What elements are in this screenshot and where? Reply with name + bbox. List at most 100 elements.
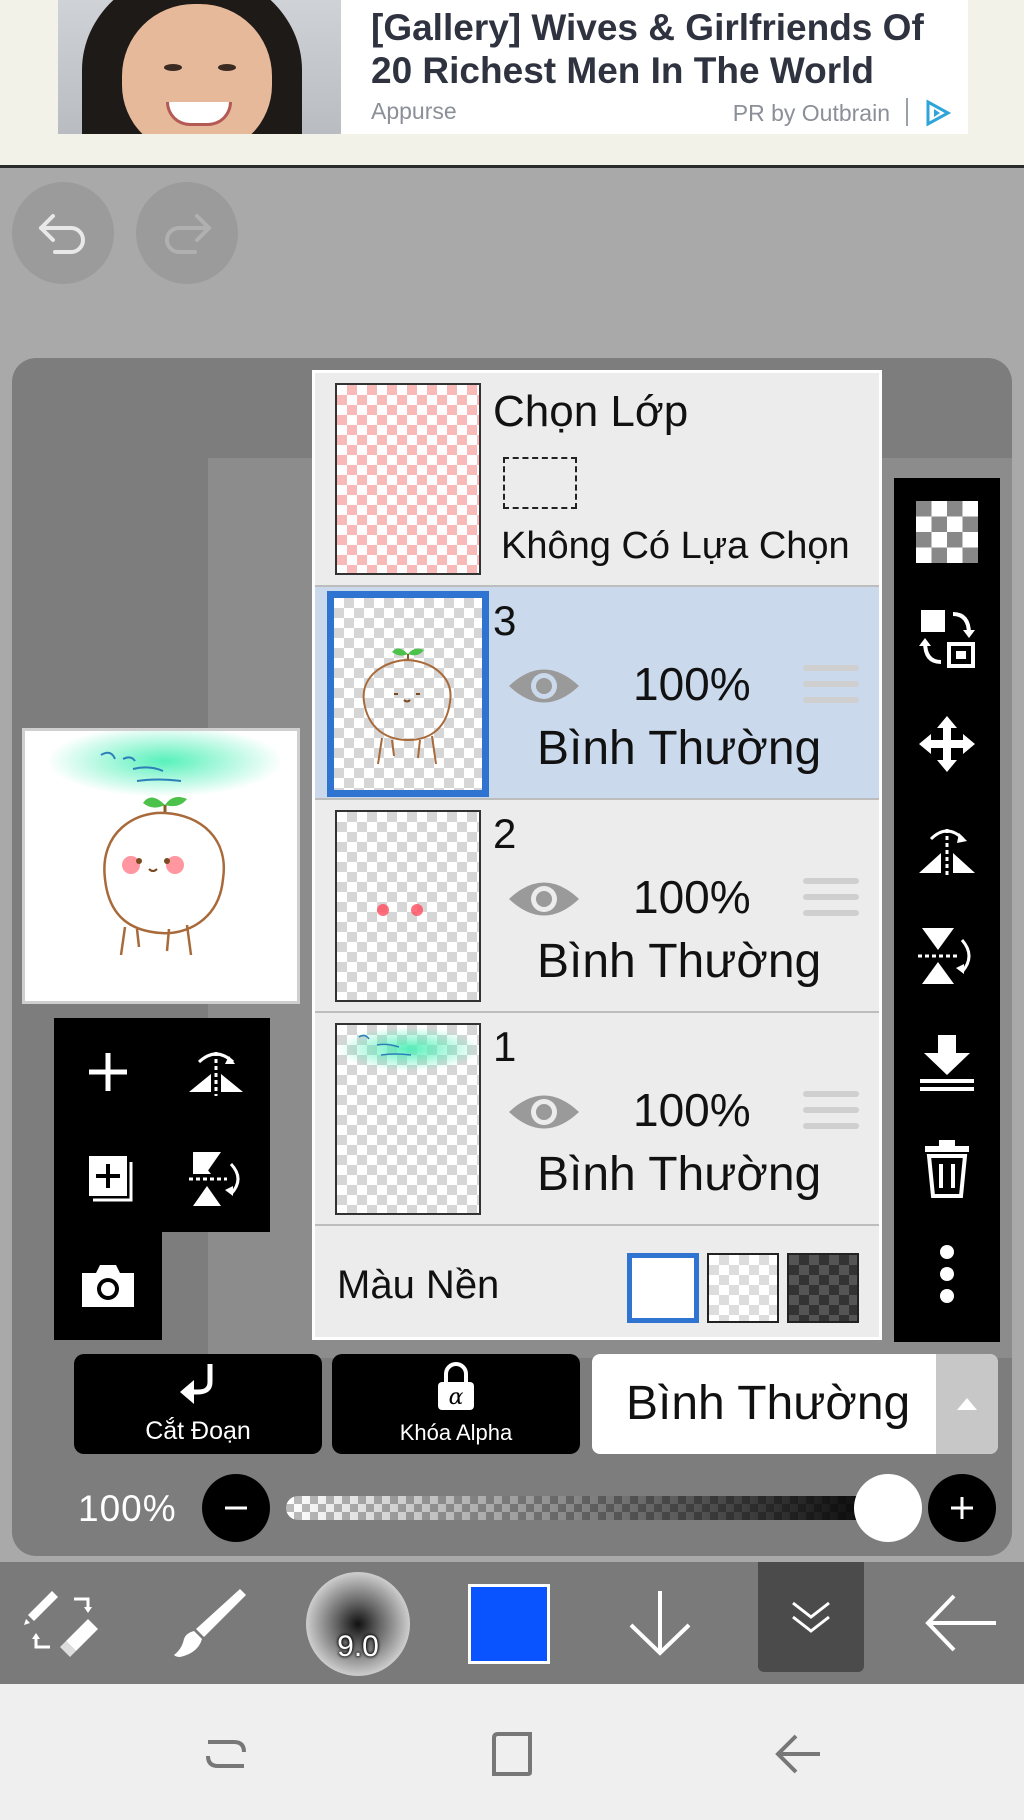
recent-apps-button[interactable]: [186, 1714, 266, 1794]
eye-icon[interactable]: [505, 874, 583, 924]
collapse-panel-button[interactable]: [758, 1562, 864, 1672]
double-chevron-down-icon: [792, 1601, 830, 1633]
right-tool-column: [894, 478, 1000, 1342]
swap-selection-button[interactable]: [894, 586, 1000, 690]
opacity-slider-thumb[interactable]: [854, 1474, 922, 1542]
drawing-preview-image: [47, 725, 283, 956]
flip-vertical-button[interactable]: [894, 904, 1000, 1008]
minus-icon: [225, 1506, 247, 1510]
flip-horizontal-button[interactable]: [894, 798, 1000, 902]
brush-icon: [174, 1589, 246, 1657]
flip-horizontal-button[interactable]: [162, 1018, 270, 1125]
layer-row[interactable]: 1 100% Bình Thường: [315, 1013, 879, 1226]
selection-layer-row[interactable]: Chọn Lớp Không Có Lựa Chọn: [315, 373, 879, 587]
home-button[interactable]: [472, 1714, 552, 1794]
ad-divider: [906, 98, 908, 126]
flip-horizontal-icon: [189, 1051, 243, 1096]
layer-row[interactable]: 3 100% Bình Thường: [315, 587, 879, 800]
ad-choices-icon[interactable]: [920, 98, 954, 128]
redo-button[interactable]: [136, 182, 238, 284]
drag-handle-icon[interactable]: [803, 665, 859, 711]
ad-image[interactable]: [58, 0, 341, 134]
bottom-toolbar: 9.0: [0, 1562, 1024, 1684]
arrow-down-icon: [629, 1591, 691, 1656]
flip-vertical-icon: [918, 928, 971, 984]
undo-button[interactable]: [12, 182, 114, 284]
background-dark-option[interactable]: [787, 1253, 859, 1323]
merge-down-icon: [920, 1035, 974, 1091]
ad-card[interactable]: [Gallery] Wives & Girlfriends Of 20 Rich…: [58, 0, 968, 134]
duplicate-layer-icon: [89, 1155, 133, 1201]
flip-horizontal-icon: [919, 829, 975, 877]
triangle-up-icon: [957, 1398, 977, 1410]
blend-mode-value: Bình Thường: [626, 1377, 911, 1430]
add-layer-button[interactable]: [54, 1018, 162, 1125]
selection-status: Không Có Lựa Chọn: [501, 525, 850, 567]
color-picker-button[interactable]: [468, 1584, 550, 1664]
drag-handle-icon[interactable]: [803, 1091, 859, 1137]
selection-thumbnail: [335, 383, 481, 575]
alpha-lock-icon: α: [438, 1362, 474, 1410]
canvas-preview[interactable]: [22, 725, 300, 1004]
clip-arrow-icon: [180, 1364, 213, 1404]
merge-down-button[interactable]: [894, 1010, 1000, 1114]
clipping-button[interactable]: Cắt Đoạn: [74, 1354, 322, 1454]
layer-row[interactable]: 2 100% Bình Thường: [315, 800, 879, 1013]
svg-text:α: α: [449, 1385, 464, 1410]
pen-eraser-swap-icon: [24, 1591, 98, 1657]
layer-number: 1: [493, 1023, 517, 1070]
arrow-left-icon: [925, 1594, 996, 1652]
brush-size-value: 9.0: [337, 1630, 379, 1663]
background-white-option[interactable]: [627, 1253, 699, 1323]
opacity-slider-track[interactable]: [286, 1496, 896, 1520]
alpha-lock-button[interactable]: α Khóa Alpha: [332, 1354, 580, 1454]
layer-opacity: 100%: [633, 658, 751, 710]
checkerboard-icon: [916, 501, 978, 563]
eye-icon[interactable]: [505, 1087, 583, 1137]
blend-mode-dropdown-button[interactable]: [936, 1354, 998, 1454]
layer-blend-mode: Bình Thường: [537, 935, 822, 988]
layer-blend-mode: Bình Thường: [537, 722, 822, 775]
flip-vertical-button[interactable]: [162, 1125, 270, 1232]
ad-headline[interactable]: [Gallery] Wives & Girlfriends Of 20 Rich…: [371, 6, 948, 92]
ad-banner: [Gallery] Wives & Girlfriends Of 20 Rich…: [0, 0, 1024, 168]
left-tool-group: [54, 1018, 270, 1232]
layer-thumbnail: [335, 1023, 481, 1215]
move-icon: [919, 716, 975, 772]
layer-thumbnail: [327, 591, 489, 797]
home-square-icon: [492, 1732, 532, 1776]
ad-sponsor[interactable]: PR by Outbrain: [733, 100, 890, 127]
camera-icon: [82, 1264, 134, 1307]
eye-icon[interactable]: [505, 661, 583, 711]
layer-thumbnail: [335, 810, 481, 1002]
camera-button[interactable]: [54, 1232, 162, 1339]
transparency-button[interactable]: [894, 480, 1000, 584]
system-back-button[interactable]: [758, 1714, 838, 1794]
layer-blend-mode: Bình Thường: [537, 1148, 822, 1201]
more-options-button[interactable]: [894, 1222, 1000, 1326]
selection-marquee-icon: [503, 457, 577, 509]
move-down-button[interactable]: [600, 1562, 720, 1684]
layer-opacity: 100%: [633, 1084, 751, 1136]
brush-size-button[interactable]: 9.0: [306, 1572, 410, 1676]
duplicate-layer-button[interactable]: [54, 1125, 162, 1232]
background-transparent-option[interactable]: [707, 1253, 779, 1323]
tool-switch-button[interactable]: [2, 1562, 122, 1684]
trash-icon: [925, 1140, 969, 1198]
back-arrow-icon: [775, 1734, 820, 1774]
move-button[interactable]: [894, 692, 1000, 796]
opacity-value-label: 100%: [78, 1488, 177, 1529]
background-color-label: Màu Nền: [337, 1263, 500, 1307]
opacity-decrease-button[interactable]: [202, 1474, 270, 1542]
layer-opacity: 100%: [633, 871, 751, 923]
system-navigation-bar: [0, 1684, 1024, 1820]
back-button[interactable]: [900, 1562, 1020, 1684]
layer-number: 3: [493, 597, 517, 644]
opacity-increase-button[interactable]: [928, 1474, 996, 1542]
brush-tool-button[interactable]: [148, 1562, 268, 1684]
recent-apps-icon: [206, 1740, 246, 1768]
layer-number: 2: [493, 810, 517, 857]
drag-handle-icon[interactable]: [803, 878, 859, 924]
delete-layer-button[interactable]: [894, 1116, 1000, 1220]
blend-mode-select[interactable]: Bình Thường: [592, 1354, 998, 1454]
